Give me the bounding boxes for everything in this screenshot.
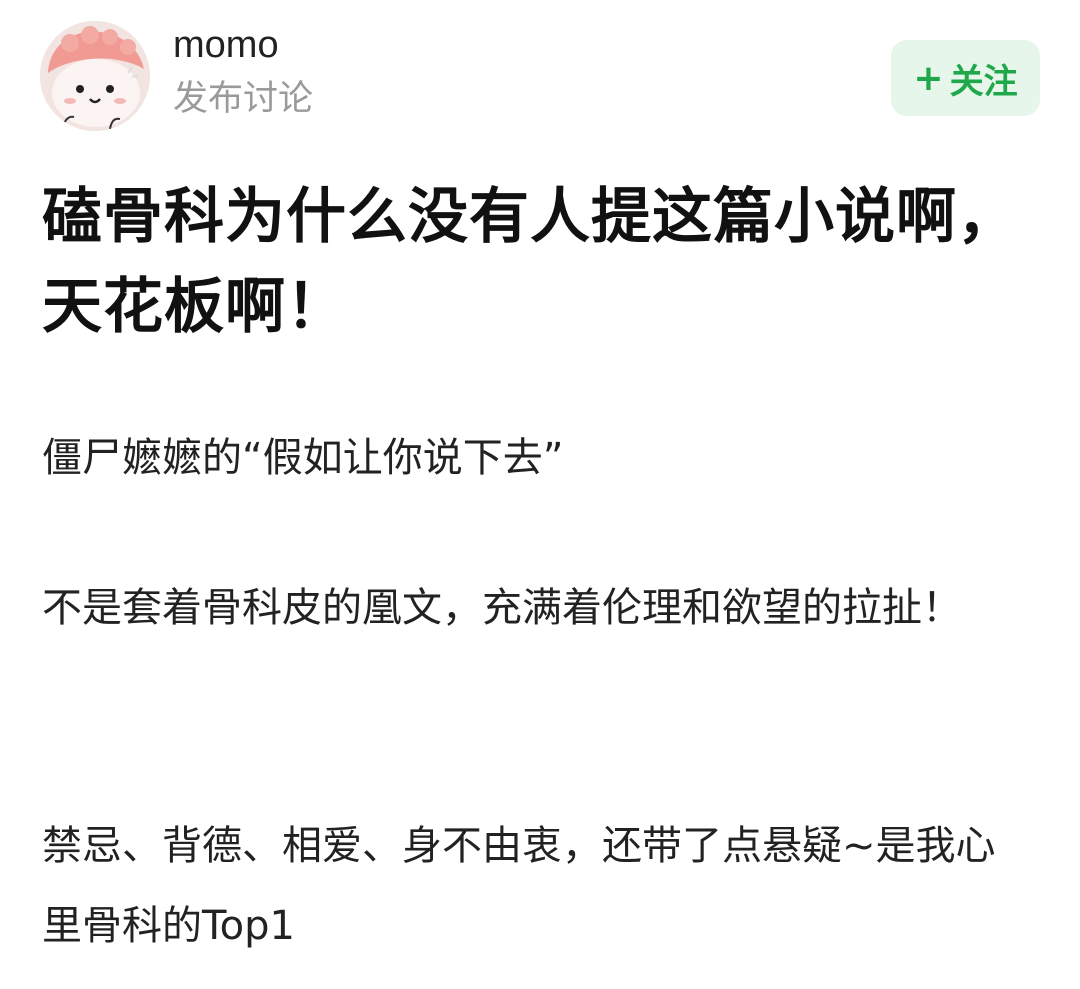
post-paragraph: 僵尸嬷嬷的“假如让你说下去”: [42, 435, 564, 481]
follow-button-label: 关注: [949, 61, 1018, 102]
cartoon-avatar-icon: [40, 21, 150, 131]
follow-button[interactable]: + 关注: [891, 40, 1040, 116]
post-paragraph: 不是套着骨科皮的凰文，充满着伦理和欲望的拉扯！: [42, 585, 962, 631]
post-title: 磕骨科为什么没有人提这篇小说啊，天花板啊！: [42, 182, 1018, 342]
post-action-label: 发布讨论: [173, 79, 314, 119]
author-avatar[interactable]: [40, 21, 150, 131]
plus-icon: +: [913, 57, 944, 99]
post-header: momo 发布讨论 + 关注: [0, 0, 1080, 140]
author-name[interactable]: momo: [173, 20, 279, 70]
post-paragraph: 禁忌、背德、相爱、身不由衷，还带了点悬疑~是我心里骨科的Top1: [42, 823, 996, 949]
